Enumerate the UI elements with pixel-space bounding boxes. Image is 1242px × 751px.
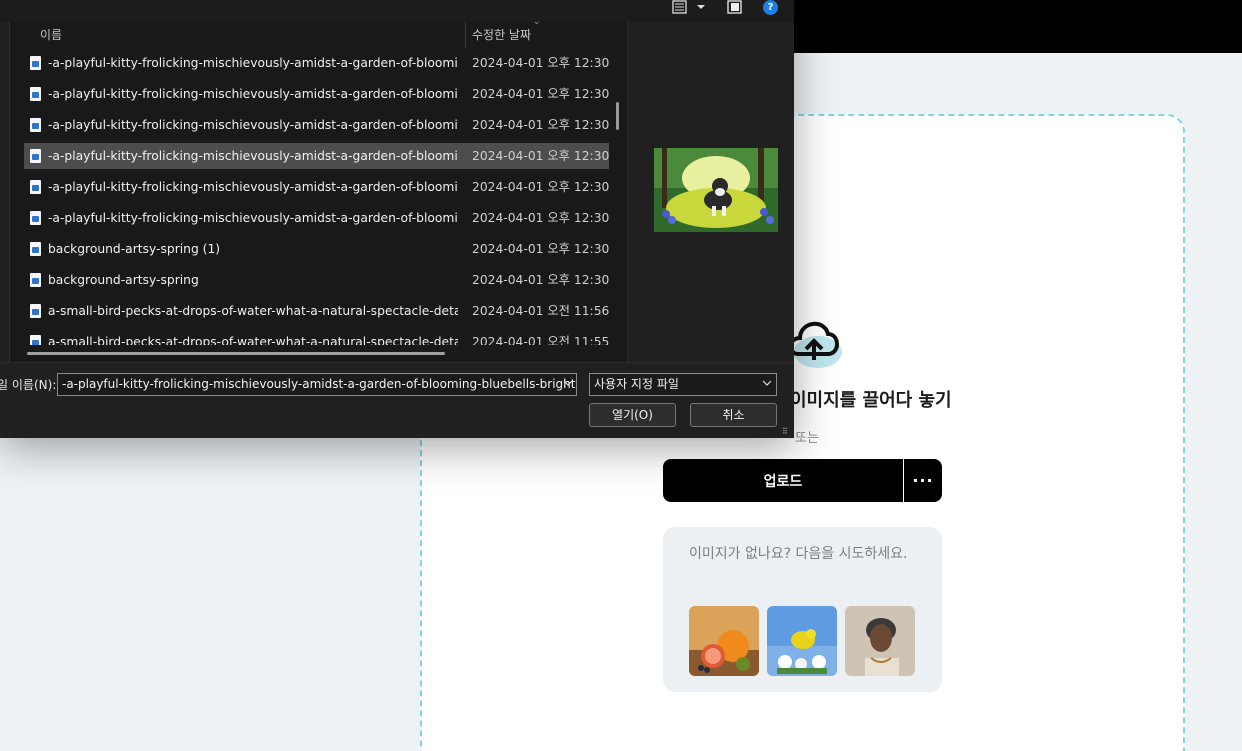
file-type-dropdown-icon[interactable] — [762, 378, 772, 391]
file-name: -a-playful-kitty-frolicking-mischievousl… — [48, 180, 458, 194]
chevron-down-icon[interactable] — [696, 0, 706, 16]
file-row[interactable]: -a-playful-kitty-frolicking-mischievousl… — [24, 81, 609, 107]
help-icon[interactable]: ? — [763, 0, 778, 15]
image-file-icon — [30, 87, 41, 101]
file-row[interactable]: -a-playful-kitty-frolicking-mischievousl… — [24, 143, 609, 169]
image-file-icon — [30, 118, 41, 132]
cancel-button[interactable]: 취소 — [690, 403, 777, 427]
or-text: 또는 — [795, 431, 819, 446]
file-date: 2024-04-01 오후 12:30 — [472, 273, 610, 287]
image-file-icon — [30, 335, 41, 345]
image-file-icon — [30, 304, 41, 318]
file-date: 2024-04-01 오후 12:30 — [472, 56, 610, 70]
sample-image-fruits[interactable] — [689, 606, 759, 676]
file-date: 2024-04-01 오전 11:56 — [472, 304, 610, 318]
file-date: 2024-04-01 오후 12:30 — [472, 211, 610, 225]
image-file-icon — [30, 242, 41, 256]
file-row[interactable]: a-small-bird-pecks-at-drops-of-water-wha… — [24, 298, 609, 324]
resize-grip-icon[interactable]: ⠿ — [782, 427, 792, 437]
file-row[interactable]: background-artsy-spring (1) 2024-04-01 오후… — [24, 236, 609, 262]
upload-button[interactable]: 업로드 — [663, 459, 903, 502]
more-options-button[interactable]: ··· — [904, 459, 942, 502]
file-name: -a-playful-kitty-frolicking-mischievousl… — [48, 211, 458, 225]
image-file-icon — [30, 149, 41, 163]
file-name: -a-playful-kitty-frolicking-mischievousl… — [48, 149, 458, 163]
file-name: -a-playful-kitty-frolicking-mischievousl… — [48, 87, 458, 101]
image-file-icon — [30, 211, 41, 225]
sample-images-panel: 이미지가 없나요? 다음을 시도하세요. — [663, 527, 942, 692]
file-row[interactable]: -a-playful-kitty-frolicking-mischievousl… — [24, 112, 609, 138]
preview-pane-icon[interactable] — [727, 0, 742, 16]
file-row[interactable]: a-small-bird-pecks-at-drops-of-water-wha… — [24, 329, 609, 345]
file-name: background-artsy-spring (1) — [48, 242, 221, 256]
file-name: a-small-bird-pecks-at-drops-of-water-wha… — [48, 304, 458, 318]
view-list-icon[interactable] — [672, 0, 687, 16]
file-name: a-small-bird-pecks-at-drops-of-water-wha… — [48, 335, 458, 345]
sample-image-bird[interactable] — [767, 606, 837, 676]
file-date: 2024-04-01 오후 12:30 — [472, 149, 610, 163]
file-date: 2024-04-01 오후 12:30 — [472, 180, 610, 194]
file-date: 2024-04-01 오전 11:55 — [472, 335, 610, 345]
image-file-icon — [30, 180, 41, 194]
file-row[interactable]: -a-playful-kitty-frolicking-mischievousl… — [24, 205, 609, 231]
image-file-icon — [30, 56, 41, 70]
preview-image-kitty — [654, 148, 778, 232]
file-name: -a-playful-kitty-frolicking-mischievousl… — [48, 118, 458, 132]
filename-input[interactable]: -a-playful-kitty-frolicking-mischievousl… — [57, 373, 577, 396]
file-date: 2024-04-01 오후 12:30 — [472, 242, 610, 256]
file-row[interactable]: -a-playful-kitty-frolicking-mischievousl… — [24, 174, 609, 200]
file-row[interactable]: background-artsy-spring 2024-04-01 오후 12:… — [24, 267, 609, 293]
file-row[interactable]: -a-playful-kitty-frolicking-mischievousl… — [24, 50, 609, 76]
filename-dropdown-icon[interactable] — [563, 378, 573, 391]
sample-image-portrait[interactable] — [845, 606, 915, 676]
file-date: 2024-04-01 오후 12:30 — [472, 87, 610, 101]
file-name: -a-playful-kitty-frolicking-mischievousl… — [48, 56, 458, 70]
file-name: background-artsy-spring — [48, 273, 199, 287]
vertical-scrollbar[interactable] — [616, 102, 619, 130]
file-date: 2024-04-01 오후 12:30 — [472, 118, 610, 132]
samples-prompt: 이미지가 없나요? 다음을 시도하세요. — [689, 546, 908, 562]
file-type-select[interactable]: 사용자 지정 파일 — [589, 373, 777, 396]
open-button[interactable]: 열기(O) — [589, 403, 676, 427]
filename-label: 파일 이름(N): — [0, 378, 57, 392]
image-file-icon — [30, 273, 41, 287]
horizontal-scrollbar[interactable] — [27, 352, 445, 355]
